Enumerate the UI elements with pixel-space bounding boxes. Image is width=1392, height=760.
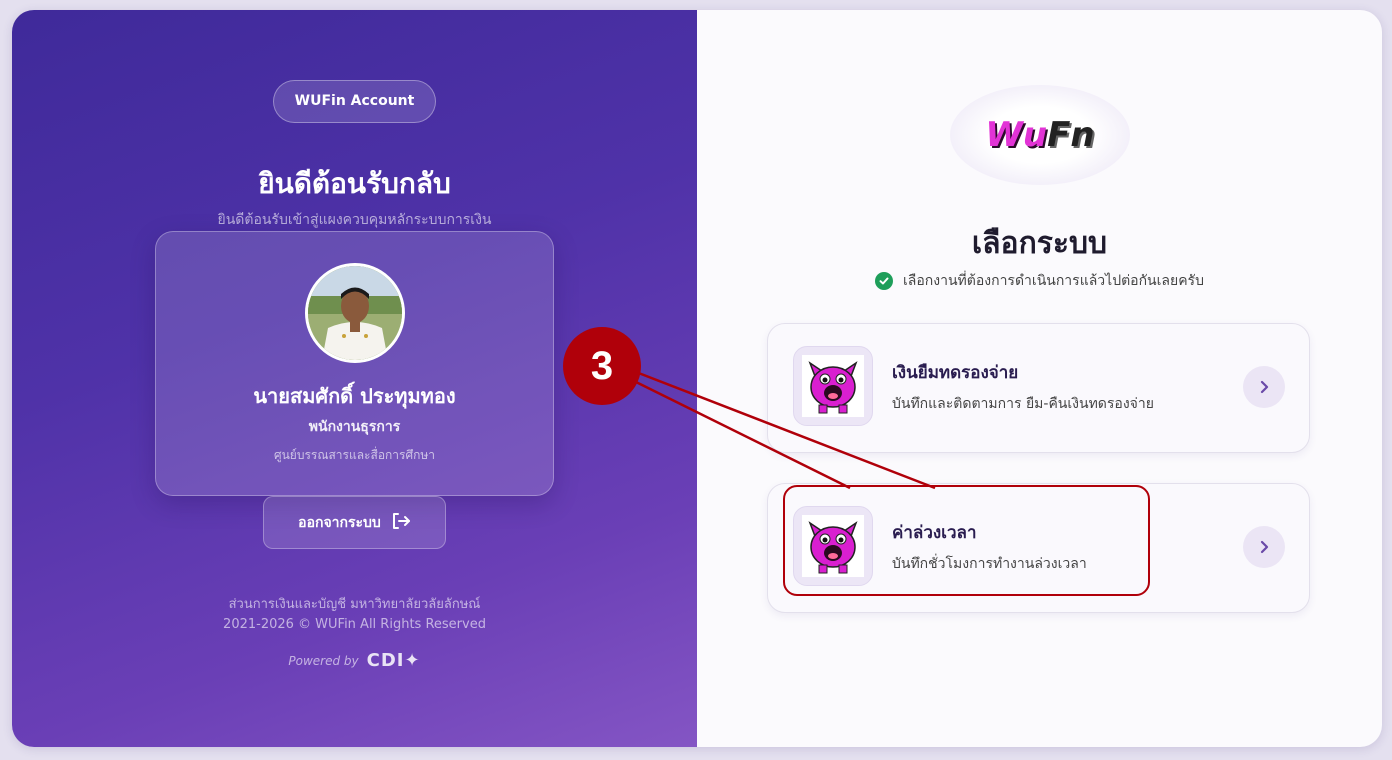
- account-badge: WUFin Account: [273, 80, 436, 123]
- footer-copyright: 2021-2026 © WUFin All Rights Reserved: [223, 617, 486, 632]
- welcome-title: ยินดีต้อนรับกลับ: [258, 167, 451, 200]
- system-description: บันทึกและติดตามการ ยืม-คืนเงินทดรองจ่าย: [892, 396, 1154, 412]
- footer-org: ส่วนการเงินและบัญชี มหาวิทยาลัยวลัยลักษณ…: [228, 597, 481, 612]
- system-title: เงินยืมทดรองจ่าย: [892, 363, 1019, 383]
- chevron-right-icon[interactable]: [1243, 526, 1285, 568]
- page-subtitle: เลือกงานที่ต้องการดำเนินการแล้วไปต่อกันเ…: [697, 270, 1382, 292]
- profile-role: พนักงานธุรการ: [308, 419, 401, 435]
- avatar: [305, 263, 405, 363]
- powered-by-label: Powered by: [288, 653, 359, 668]
- page-title: เลือกระบบ: [971, 226, 1108, 261]
- chevron-right-icon[interactable]: [1243, 366, 1285, 408]
- system-select-panel: WuFn เลือกระบบ เลือกงานที่ต้องการดำเนินก…: [697, 10, 1382, 747]
- logout-icon: [391, 512, 411, 534]
- system-card-advance[interactable]: เงินยืมทดรองจ่าย บันทึกและติดตามการ ยืม-…: [767, 323, 1310, 453]
- profile-card: นายสมศักดิ์ ประทุมทอง พนักงานธุรการ ศูนย…: [155, 231, 554, 496]
- powered-by: Powered by CDI✦: [12, 650, 697, 671]
- check-circle-icon: [875, 272, 894, 290]
- step-number-badge: 3: [563, 327, 641, 405]
- logout-button[interactable]: ออกจากระบบ: [263, 496, 446, 549]
- profile-department: ศูนย์บรรณสารและสื่อการศึกษา: [273, 448, 436, 462]
- welcome-subtitle: ยินดีต้อนรับเข้าสู่แผงควบคุมหลักระบบการเ…: [217, 212, 492, 228]
- page-subtitle-text: เลือกงานที่ต้องการดำเนินการแล้วไปต่อกันเ…: [903, 273, 1204, 289]
- pig-mascot-icon: [793, 346, 873, 426]
- app-window: WUFin Account ยินดีต้อนรับกลับ ยินดีต้อน…: [12, 10, 1382, 747]
- wufin-logo: WuFn: [950, 85, 1130, 185]
- annotation-highlight-box: [783, 485, 1150, 596]
- logout-label: ออกจากระบบ: [298, 514, 381, 531]
- cdi-logo: CDI✦: [366, 650, 421, 671]
- profile-name: นายสมศักดิ์ ประทุมทอง: [253, 384, 456, 408]
